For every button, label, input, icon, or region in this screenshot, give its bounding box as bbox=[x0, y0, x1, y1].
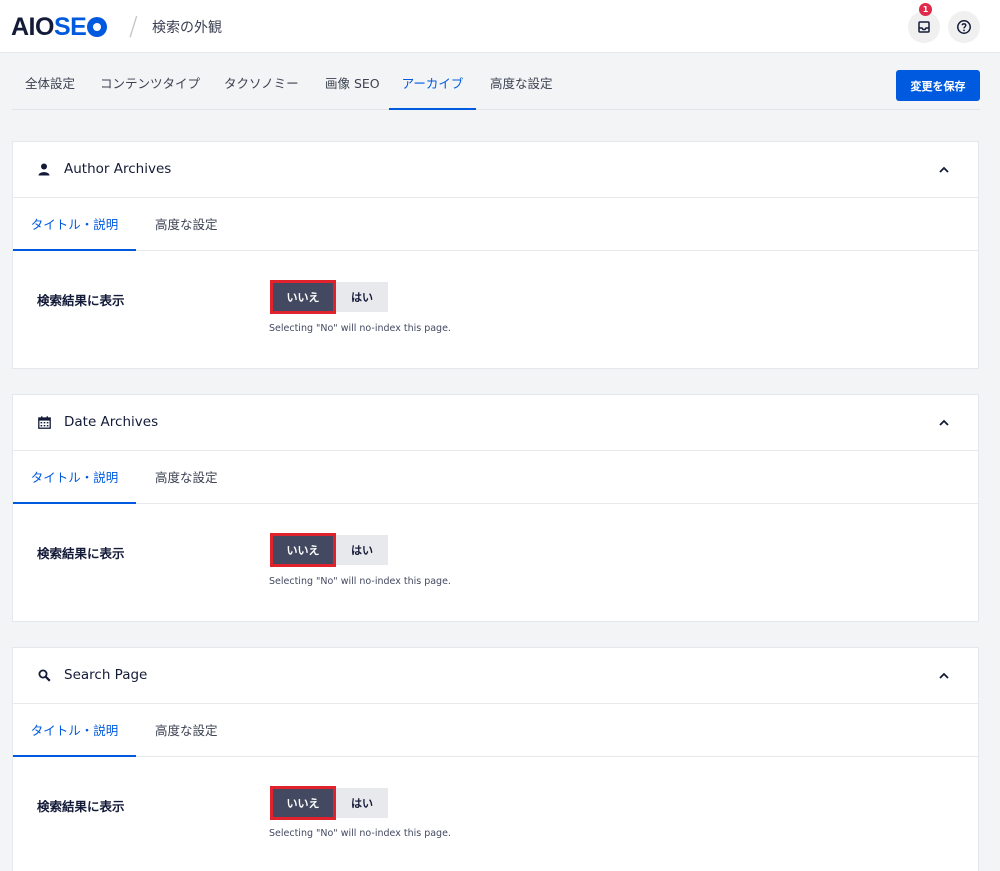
card-header[interactable]: Search Page bbox=[13, 648, 978, 704]
show-in-search-label: 検索結果に表示 bbox=[37, 293, 125, 308]
chevron-up-icon[interactable] bbox=[938, 669, 950, 681]
main-tabs: 全体設定 コンテンツタイプ タクソノミー 画像 SEO アーカイブ 高度な設定 bbox=[12, 58, 980, 110]
author-archives-card: Author Archives タイトル・説明 高度な設定 検索結果に表示 いい… bbox=[12, 141, 979, 369]
card-title: Author Archives bbox=[64, 161, 172, 177]
help-icon bbox=[957, 20, 971, 34]
save-changes-button[interactable]: 変更を保存 bbox=[896, 70, 980, 101]
option-no-button[interactable]: いいえ bbox=[270, 786, 336, 820]
inbox-icon bbox=[918, 21, 930, 33]
tab-image-seo[interactable]: 画像 SEO bbox=[312, 58, 393, 110]
show-in-search-toggle: いいえ はい bbox=[270, 280, 388, 314]
tab-title-description[interactable]: タイトル・説明 bbox=[13, 198, 136, 251]
option-no-button[interactable]: いいえ bbox=[270, 533, 336, 567]
breadcrumb: 検索の外観 bbox=[152, 20, 222, 36]
tab-taxonomies[interactable]: タクソノミー bbox=[211, 58, 312, 110]
search-page-card: Search Page タイトル・説明 高度な設定 検索結果に表示 いいえ はい… bbox=[12, 647, 979, 871]
tab-archives[interactable]: アーカイブ bbox=[389, 58, 476, 110]
chevron-up-icon[interactable] bbox=[938, 416, 950, 428]
logo-gear-icon bbox=[87, 17, 108, 37]
show-in-search-toggle: いいえ はい bbox=[270, 533, 388, 567]
show-in-search-label: 検索結果に表示 bbox=[37, 546, 125, 561]
card-header[interactable]: Author Archives bbox=[13, 142, 978, 198]
logo-aio-text: AIO bbox=[11, 13, 54, 41]
tab-title-description[interactable]: タイトル・説明 bbox=[13, 704, 136, 757]
search-icon bbox=[37, 668, 51, 682]
calendar-icon bbox=[37, 415, 51, 429]
card-tabs: タイトル・説明 高度な設定 bbox=[13, 198, 978, 251]
chevron-up-icon[interactable] bbox=[938, 163, 950, 175]
show-in-search-toggle: いいえ はい bbox=[270, 786, 388, 820]
card-header[interactable]: Date Archives bbox=[13, 395, 978, 451]
option-yes-button[interactable]: はい bbox=[336, 282, 388, 312]
tab-card-advanced[interactable]: 高度な設定 bbox=[155, 704, 218, 757]
top-header: AIOSE / 検索の外観 1 bbox=[0, 0, 1000, 53]
tab-card-advanced[interactable]: 高度な設定 bbox=[155, 451, 218, 504]
tab-title-description[interactable]: タイトル・説明 bbox=[13, 451, 136, 504]
help-button[interactable] bbox=[948, 11, 980, 43]
user-icon bbox=[37, 162, 51, 176]
logo-se-text: SE bbox=[53, 13, 87, 41]
noindex-hint: Selecting "No" will no-index this page. bbox=[269, 323, 451, 334]
option-yes-button[interactable]: はい bbox=[336, 535, 388, 565]
option-no-button[interactable]: いいえ bbox=[270, 280, 336, 314]
noindex-hint: Selecting "No" will no-index this page. bbox=[269, 828, 451, 839]
card-title: Search Page bbox=[64, 667, 148, 683]
breadcrumb-separator: / bbox=[129, 12, 138, 42]
notification-badge: 1 bbox=[919, 3, 932, 16]
option-yes-button[interactable]: はい bbox=[336, 788, 388, 818]
card-tabs: タイトル・説明 高度な設定 bbox=[13, 704, 978, 757]
noindex-hint: Selecting "No" will no-index this page. bbox=[269, 576, 451, 587]
show-in-search-label: 検索結果に表示 bbox=[37, 799, 125, 814]
tab-card-advanced[interactable]: 高度な設定 bbox=[155, 198, 218, 251]
date-archives-card: Date Archives タイトル・説明 高度な設定 検索結果に表示 いいえ … bbox=[12, 394, 979, 622]
tab-content-types[interactable]: コンテンツタイプ bbox=[87, 58, 213, 110]
card-tabs: タイトル・説明 高度な設定 bbox=[13, 451, 978, 504]
card-title: Date Archives bbox=[64, 414, 159, 430]
aioseo-logo[interactable]: AIOSE bbox=[11, 13, 108, 41]
tab-advanced[interactable]: 高度な設定 bbox=[477, 58, 566, 110]
tab-general[interactable]: 全体設定 bbox=[12, 58, 88, 110]
